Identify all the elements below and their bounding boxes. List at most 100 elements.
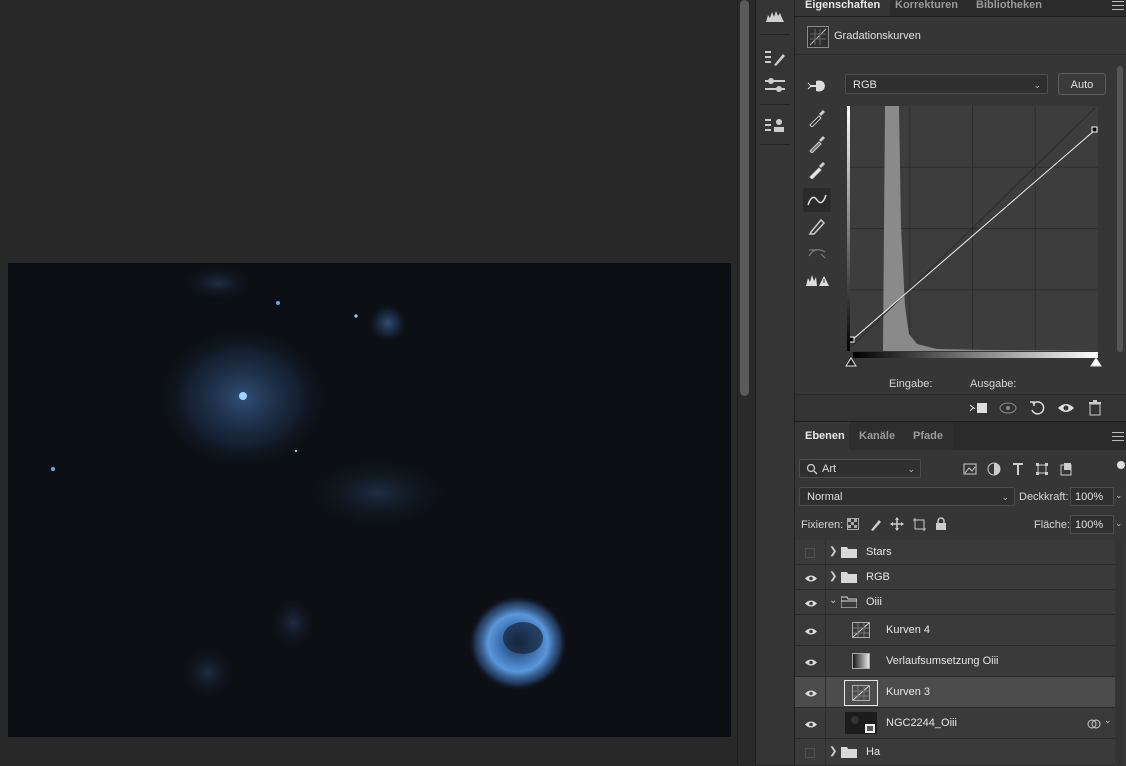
layers-panel: Ebenen Kanäle Pfade Art ⌄ Normal ⌄ Deckk… (795, 421, 1126, 766)
input-label: Eingabe: (889, 378, 933, 390)
fill-input[interactable]: 100% (1070, 515, 1114, 534)
clip-to-layer-icon[interactable] (967, 398, 989, 418)
channel-select[interactable]: RGB ⌄ (845, 74, 1048, 94)
document-image[interactable] (8, 263, 731, 737)
tab-ebenen[interactable]: Ebenen (795, 422, 855, 450)
fill-label: Fläche: (1034, 519, 1071, 531)
toggle-visibility-icon[interactable] (1055, 398, 1077, 418)
tab-pfade[interactable]: Pfade (903, 422, 953, 450)
lock-position-icon[interactable] (888, 515, 906, 533)
reset-icon[interactable] (1026, 398, 1048, 418)
curves-adjustment-icon (807, 26, 829, 48)
lock-transparent-pixels-icon[interactable] (844, 515, 862, 533)
panel-menu-icon[interactable] (1112, 1, 1124, 10)
fill-chevron-icon[interactable]: ⌄ (1115, 518, 1123, 529)
layer-row-verlaufsumsetzung-oiii[interactable]: Verlaufsumsetzung Oiii (795, 646, 1115, 677)
smart-object-filter-icon[interactable] (1057, 460, 1075, 478)
pixel-layer-filter-icon[interactable] (961, 460, 979, 478)
layer-name: Kurven 4 (886, 624, 931, 636)
properties-footer (795, 394, 1126, 421)
eye-icon[interactable] (803, 572, 819, 584)
filter-toggle[interactable] (1117, 461, 1125, 469)
chevron-down-icon[interactable]: ⌄ (1104, 715, 1112, 726)
layer-name: Kurven 3 (886, 686, 931, 698)
opacity-input[interactable]: 100% (1070, 487, 1114, 506)
layer-row-ngc2244-oiii[interactable]: NGC2244_Oiii ⌄ (795, 708, 1115, 739)
curves-layer-icon (849, 619, 873, 641)
chevron-down-icon: ⌄ (907, 464, 915, 474)
layers-scrollbar[interactable] (1116, 540, 1122, 766)
folder-icon (841, 747, 857, 758)
opacity-chevron-icon[interactable]: ⌄ (1115, 490, 1123, 501)
view-previous-state-icon[interactable] (997, 398, 1019, 418)
layer-row-stars[interactable]: ❯ Stars (795, 540, 1115, 565)
gradient-map-layer-icon (849, 650, 873, 672)
clipping-warning-icon[interactable] (803, 268, 831, 292)
chevron-down-icon: ⌄ (1033, 80, 1041, 90)
filter-kind-value: Art (822, 463, 837, 475)
clone-source-icon[interactable] (762, 114, 788, 138)
nebula-image (8, 263, 731, 737)
auto-button[interactable]: Auto (1058, 73, 1106, 95)
adjustment-title: Gradationskurven (834, 30, 921, 42)
layer-name: RGB (866, 571, 890, 583)
lock-all-icon[interactable] (932, 515, 950, 533)
white-input-slider[interactable] (1090, 357, 1102, 367)
chevron-right-icon[interactable]: ❯ (829, 571, 837, 582)
layer-name: Ha (866, 746, 881, 758)
search-icon (806, 463, 818, 475)
canvas-scrollbar-thumb[interactable] (740, 0, 749, 396)
layer-row-ha[interactable]: ❯ Ha (795, 739, 1115, 766)
open-folder-icon (841, 596, 857, 608)
properties-tabbar: Eigenschaften Korrekturen Bibliotheken (795, 0, 1126, 17)
curve-point-tool-icon[interactable] (803, 188, 831, 212)
layer-row-kurven-3[interactable]: Kurven 3 (795, 677, 1115, 708)
tab-kanaele[interactable]: Kanäle (849, 422, 906, 450)
tab-eigenschaften[interactable]: Eigenschaften (795, 0, 891, 16)
smart-filter-icon[interactable] (1087, 718, 1101, 730)
adjustment-layer-filter-icon[interactable] (985, 460, 1003, 478)
curves-graph[interactable] (847, 106, 1098, 351)
layer-name: Verlaufsumsetzung Oiii (886, 655, 999, 667)
chevron-down-icon: ⌄ (1001, 492, 1009, 502)
histogram-icon[interactable] (762, 4, 788, 28)
properties-scrollbar[interactable] (1117, 66, 1123, 352)
visibility-off-box[interactable] (805, 548, 815, 558)
gray-point-eyedropper-icon[interactable] (803, 132, 831, 156)
lock-image-pixels-icon[interactable] (867, 515, 885, 533)
pencil-draw-icon[interactable] (803, 214, 831, 238)
adjustment-presets-icon[interactable] (762, 74, 788, 98)
tab-bibliotheken[interactable]: Bibliotheken (966, 0, 1052, 16)
delete-icon[interactable] (1084, 398, 1106, 418)
layer-row-oiii[interactable]: ⌄ Oiii (795, 590, 1115, 615)
type-layer-filter-icon[interactable] (1009, 460, 1027, 478)
black-point-eyedropper-icon[interactable] (803, 106, 831, 130)
eye-icon[interactable] (803, 625, 819, 637)
chevron-right-icon[interactable]: ❯ (829, 746, 837, 757)
output-gradient-bar (847, 106, 850, 351)
smooth-curve-icon[interactable] (803, 240, 831, 264)
black-input-slider[interactable] (845, 357, 857, 367)
folder-icon (841, 547, 857, 558)
layers-menu-icon[interactable] (1112, 432, 1124, 441)
visibility-off-box[interactable] (805, 748, 815, 758)
chevron-down-icon[interactable]: ⌄ (829, 595, 837, 606)
eye-icon[interactable] (803, 597, 819, 609)
brush-presets-icon[interactable] (762, 46, 788, 70)
shape-layer-filter-icon[interactable] (1033, 460, 1051, 478)
layer-row-kurven-4[interactable]: Kurven 4 (795, 615, 1115, 646)
eye-icon[interactable] (803, 656, 819, 668)
white-point-eyedropper-icon[interactable] (803, 158, 831, 182)
blend-mode-select[interactable]: Normal ⌄ (799, 487, 1015, 506)
layers-tabbar: Ebenen Kanäle Pfade (795, 422, 1126, 450)
layer-row-rgb[interactable]: ❯ RGB (795, 565, 1115, 590)
chevron-right-icon[interactable]: ❯ (829, 546, 837, 557)
lock-label: Fixieren: (801, 519, 844, 531)
lock-artboard-icon[interactable] (910, 515, 928, 533)
layer-filter-select[interactable]: Art ⌄ (799, 459, 921, 478)
on-image-adjust-icon[interactable] (803, 74, 831, 98)
eye-icon[interactable] (803, 687, 819, 699)
eye-icon[interactable] (803, 718, 819, 730)
curves-layer-icon (844, 680, 878, 706)
tab-korrekturen[interactable]: Korrekturen (885, 0, 968, 16)
